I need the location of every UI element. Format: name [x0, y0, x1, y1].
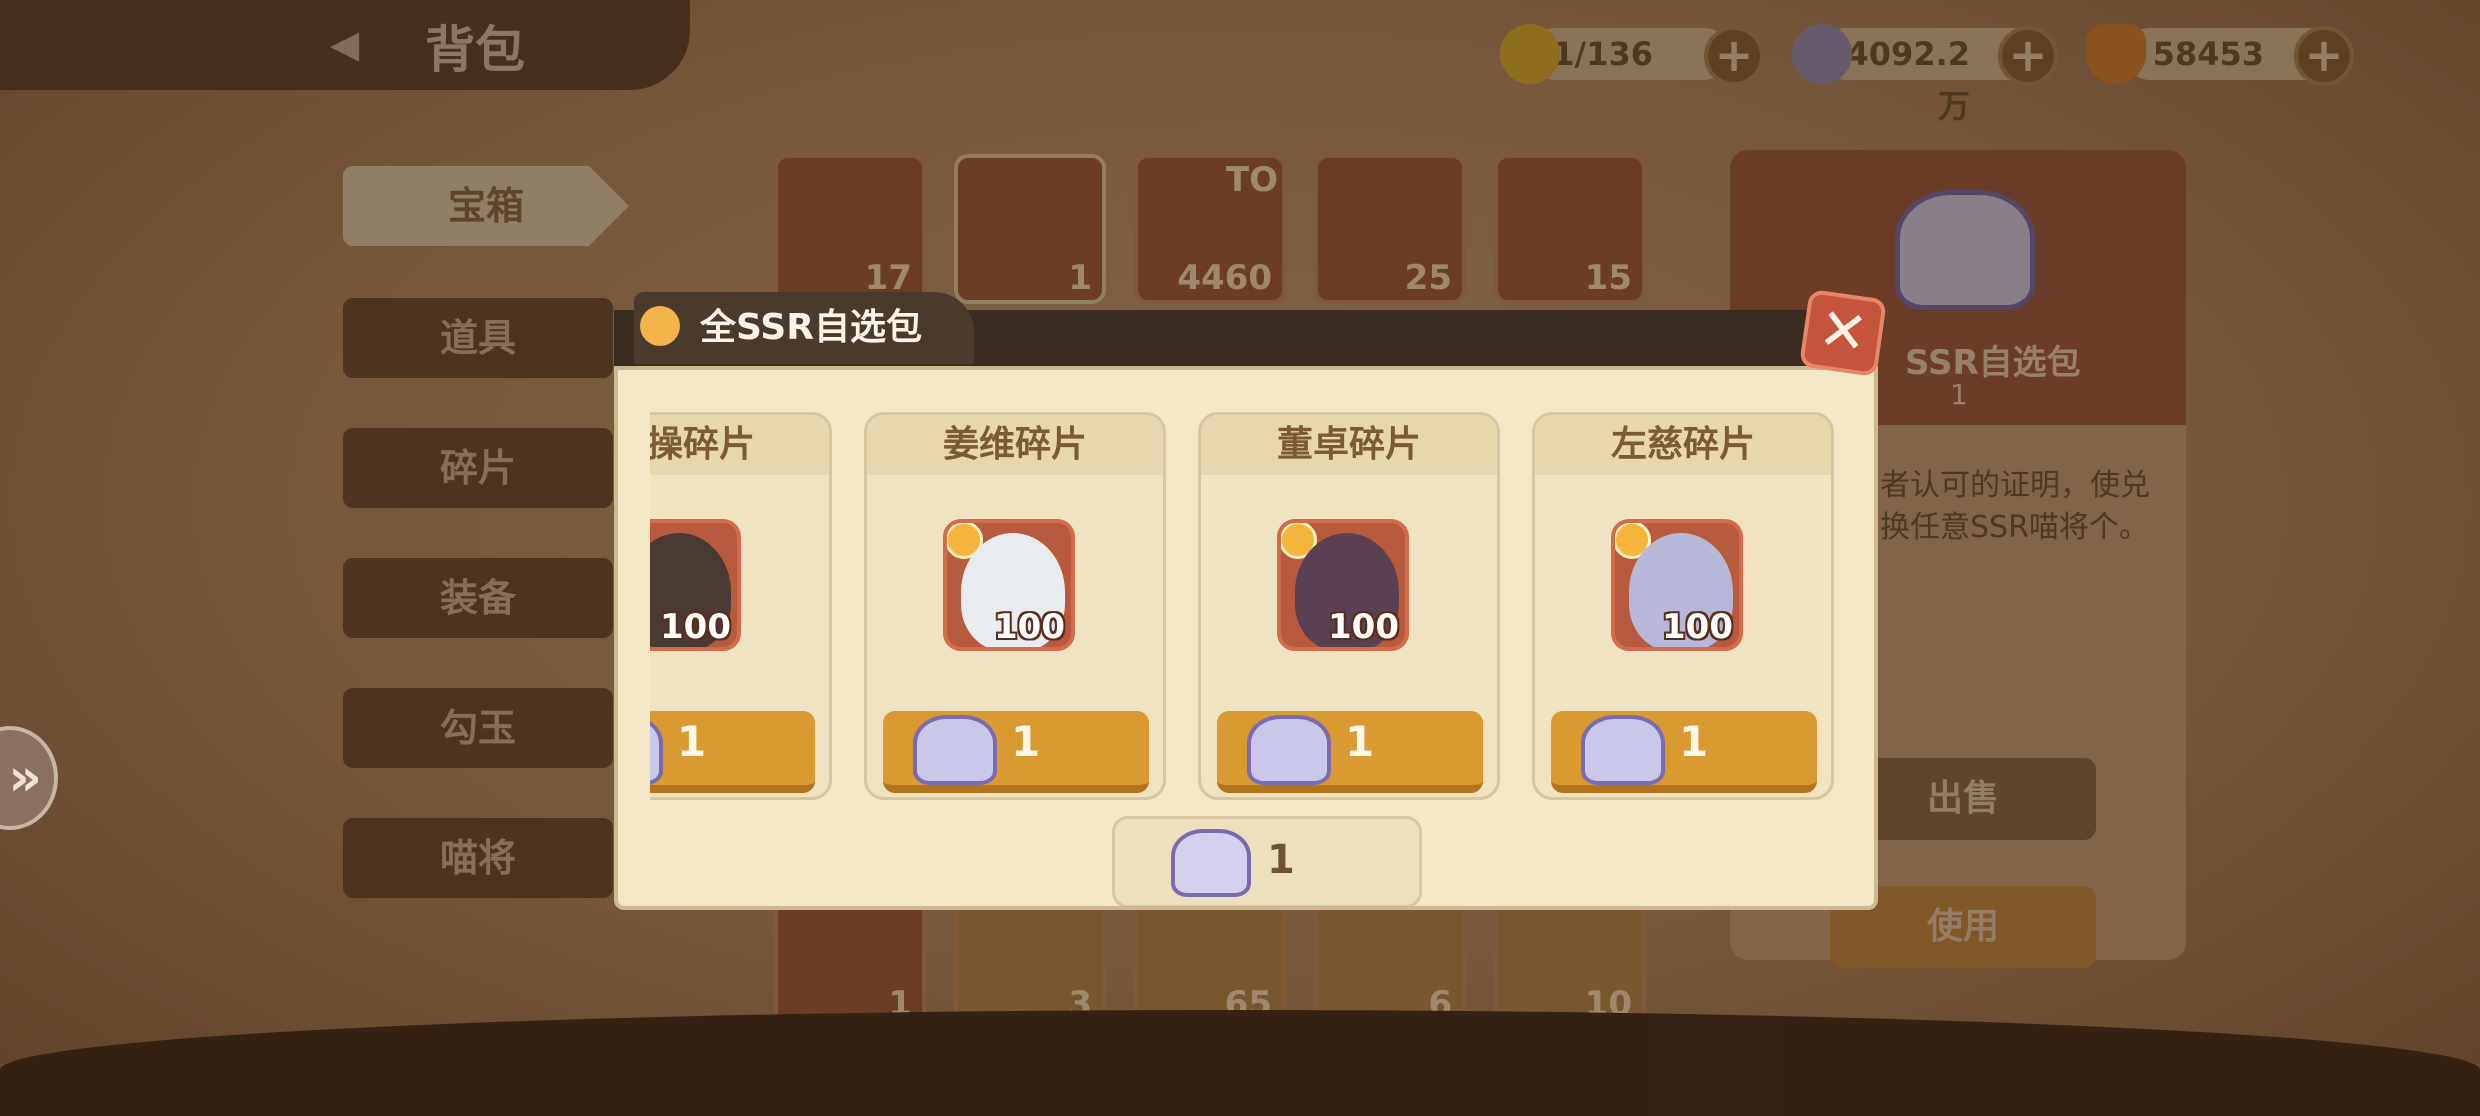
cost-value: 1: [1345, 717, 1375, 766]
general-portrait: 100: [1277, 519, 1409, 651]
select-button[interactable]: 1: [883, 711, 1149, 793]
cost-value: 1: [1679, 717, 1709, 766]
card-scroll-area[interactable]: 操碎片 100 1 姜维碎片 100 1 董卓碎片 100 1 左慈碎片 100…: [650, 412, 1850, 802]
fragment-quantity: 100: [994, 607, 1065, 647]
reward-card[interactable]: 左慈碎片 100 1: [1532, 412, 1834, 800]
cost-value: 1: [677, 717, 707, 766]
ssr-select-dialog: 全SSR自选包 操碎片 100 1 姜维碎片 100 1 董卓碎片 100 1 …: [614, 288, 1888, 910]
owned-count: 1: [1267, 837, 1295, 883]
cat-icon: [640, 306, 680, 346]
ssr-chest-icon: [1581, 715, 1665, 785]
card-title: 左慈碎片: [1535, 415, 1831, 475]
ssr-chest-icon: [913, 715, 997, 785]
card-title: 姜维碎片: [867, 415, 1163, 475]
select-button[interactable]: 1: [1551, 711, 1817, 793]
cost-value: 1: [1011, 717, 1041, 766]
ssr-chest-icon: [650, 715, 663, 785]
fragment-quantity: 100: [660, 607, 731, 647]
select-button[interactable]: 1: [650, 711, 815, 793]
fragment-quantity: 100: [1662, 607, 1733, 647]
general-portrait: 100: [650, 519, 741, 651]
reward-card[interactable]: 姜维碎片 100 1: [864, 412, 1166, 800]
owned-count-display: 1: [1112, 816, 1422, 906]
close-button[interactable]: ✕: [1798, 288, 1888, 378]
general-portrait: 100: [943, 519, 1075, 651]
reward-card[interactable]: 董卓碎片 100 1: [1198, 412, 1500, 800]
dialog-body: 操碎片 100 1 姜维碎片 100 1 董卓碎片 100 1 左慈碎片 100…: [614, 366, 1878, 910]
card-title: 董卓碎片: [1201, 415, 1497, 475]
card-title: 操碎片: [650, 415, 829, 475]
ssr-chest-icon: [1171, 829, 1251, 897]
general-portrait: 100: [1611, 519, 1743, 651]
select-button[interactable]: 1: [1217, 711, 1483, 793]
reward-card[interactable]: 操碎片 100 1: [650, 412, 832, 800]
dialog-title-tab: 全SSR自选包: [634, 292, 974, 364]
ssr-chest-icon: [1247, 715, 1331, 785]
fragment-quantity: 100: [1328, 607, 1399, 647]
dialog-title: 全SSR自选包: [700, 307, 922, 348]
